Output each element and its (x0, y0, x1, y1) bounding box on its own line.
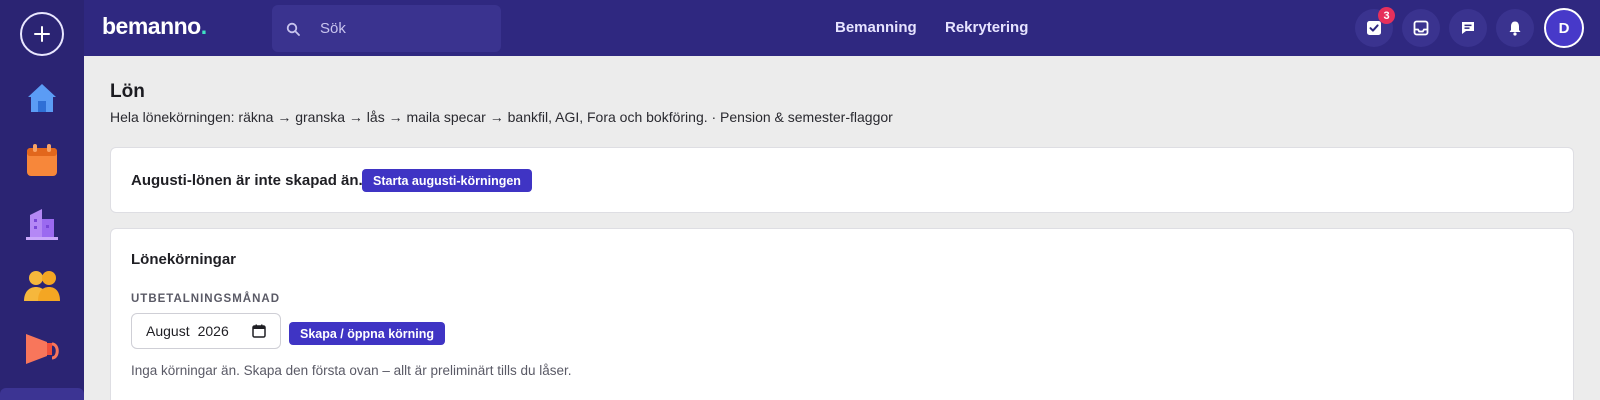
search-box[interactable] (272, 5, 501, 52)
inbox-button[interactable] (1402, 9, 1440, 47)
create-open-run-button[interactable]: Skapa / öppna körning (289, 322, 446, 345)
bell-icon (1509, 21, 1521, 36)
sidebar-item-people[interactable] (22, 266, 62, 306)
sidebar-item-marketing[interactable] (22, 328, 62, 368)
inbox-icon (1413, 20, 1429, 36)
sidebar-active-item[interactable] (0, 388, 84, 400)
home-icon (28, 84, 56, 112)
messages-button[interactable] (1449, 9, 1487, 47)
chat-icon (1462, 22, 1474, 34)
calendar-icon (27, 144, 57, 176)
payout-month-input[interactable]: August 2026 (131, 313, 281, 349)
tasks-button[interactable]: 3 (1355, 7, 1395, 47)
search-input[interactable] (320, 20, 490, 37)
calendar-picker-icon[interactable] (252, 324, 266, 338)
payroll-runs-card: Lönekörningar UTBETALNINGSMÅNAD August 2… (110, 228, 1574, 400)
sidebar (0, 0, 84, 400)
page-title: Lön (110, 81, 145, 102)
brand-logo[interactable]: bemanno. (102, 13, 207, 40)
building-icon (26, 209, 58, 240)
megaphone-icon (26, 334, 59, 364)
add-button[interactable] (20, 12, 64, 56)
year-value: 2026 (197, 323, 229, 339)
nav-link-bemanning[interactable]: Bemanning (835, 19, 917, 36)
people-icon (24, 271, 60, 301)
user-avatar[interactable]: D (1544, 8, 1584, 48)
tasks-badge: 3 (1378, 7, 1395, 24)
payroll-notice-card: Augusti-lönen är inte skapad än. Starta … (110, 147, 1574, 213)
sidebar-item-companies[interactable] (22, 203, 62, 243)
topbar: bemanno. Bemanning Rekrytering 3 D (84, 0, 1600, 56)
checkbox-icon (1367, 21, 1381, 35)
empty-state-text: Inga körningar än. Skapa den första ovan… (131, 363, 572, 378)
nav-link-rekrytering[interactable]: Rekrytering (945, 19, 1028, 36)
search-icon (286, 21, 302, 37)
start-august-run-button[interactable]: Starta augusti-körningen (362, 169, 532, 192)
notice-text: Augusti-lönen är inte skapad än. (131, 172, 363, 189)
payout-month-label: UTBETALNINGSMÅNAD (131, 293, 281, 305)
notifications-button[interactable] (1496, 9, 1534, 47)
card-title: Lönekörningar (131, 251, 237, 268)
sidebar-item-calendar[interactable] (22, 140, 62, 180)
page-subtitle: Hela lönekörningen: räkna → granska → lå… (110, 109, 893, 125)
plus-icon (34, 26, 50, 42)
month-value: August (146, 323, 190, 339)
sidebar-item-home[interactable] (22, 78, 62, 118)
